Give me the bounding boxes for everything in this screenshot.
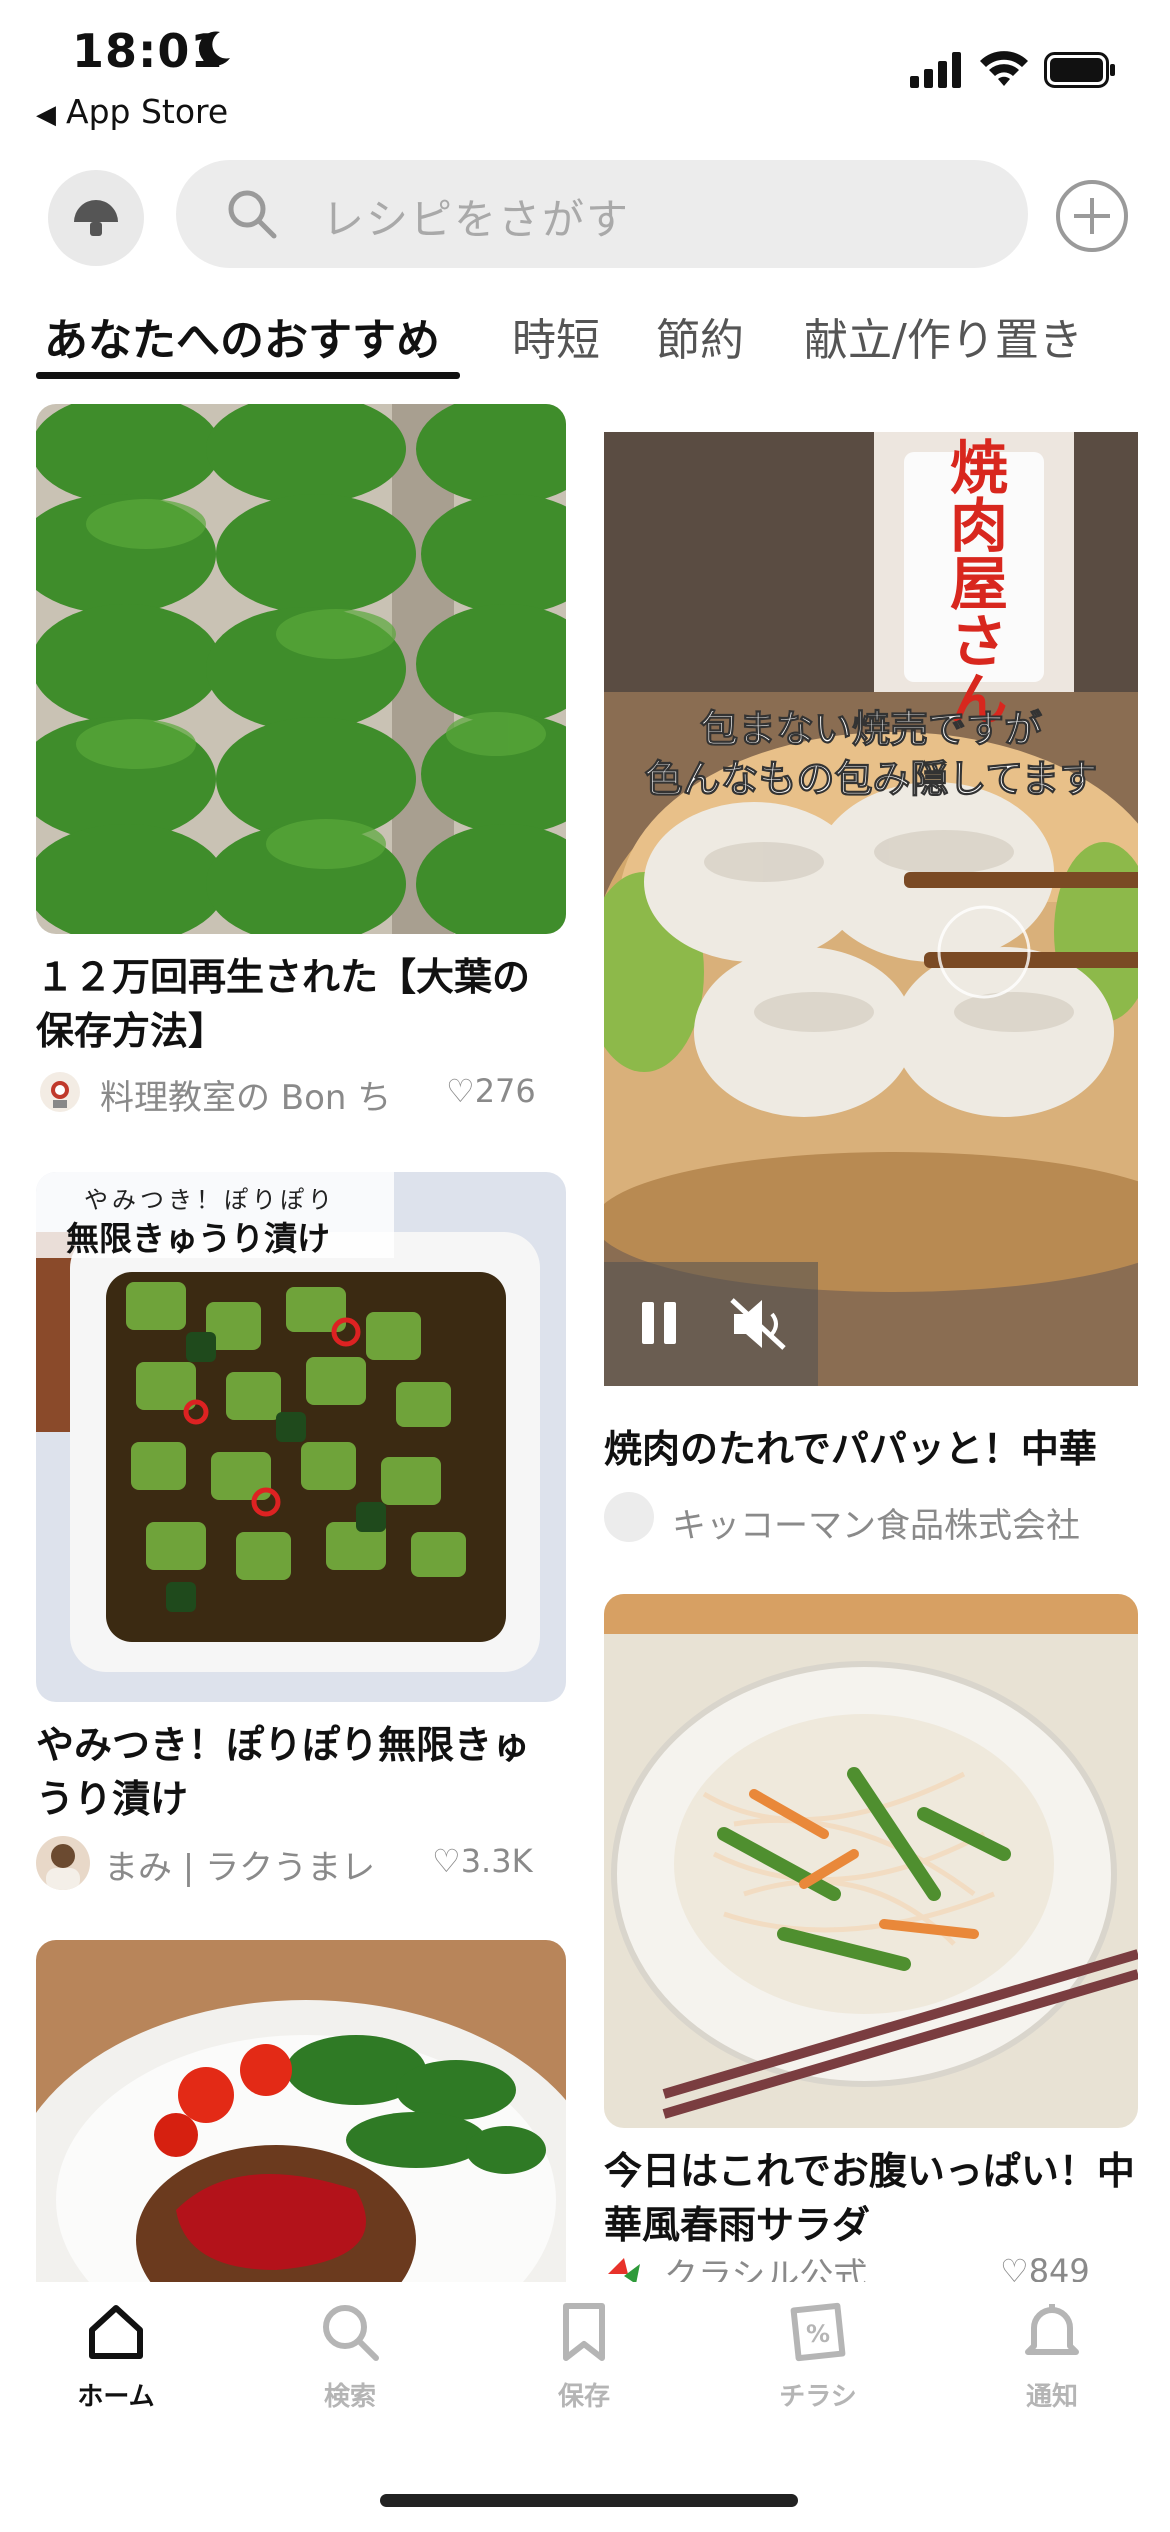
home-indicator xyxy=(380,2494,798,2507)
back-to-app-store-link[interactable]: ◀ App Store xyxy=(36,92,228,131)
speaker-muted-icon xyxy=(730,1298,786,1350)
cellular-signal-icon xyxy=(910,52,964,92)
search-icon xyxy=(323,2305,379,2361)
moon-icon xyxy=(198,30,232,72)
svg-text:%: % xyxy=(806,2320,830,2348)
like-count: ♡3.3K xyxy=(432,1842,533,1880)
recipe-title[interactable]: 今日はこれでお腹いっぱい！中華風春雨サラダ xyxy=(604,2144,1144,2252)
like-count: ♡849 xyxy=(1000,2252,1090,2282)
recipe-thumbnail-hamburg[interactable] xyxy=(36,1940,566,2282)
author-name[interactable]: キッコーマン食品株式会社 xyxy=(672,1498,1080,1547)
author-name[interactable]: クラシル公式 xyxy=(664,2248,867,2282)
nav-home-label: ホーム xyxy=(77,2382,155,2412)
package-text: 焼肉屋さん xyxy=(940,437,1008,727)
nav-search[interactable]: 検索 xyxy=(280,2300,420,2413)
recipe-title[interactable]: やみつき！ぽりぽり無限きゅうり漬け xyxy=(36,1718,556,1826)
heart-icon: ♡ xyxy=(432,1842,461,1880)
video-caption-line-1: 包まない焼売ですが xyxy=(700,707,1042,751)
nav-search-label: 検索 xyxy=(323,2382,376,2412)
pause-icon xyxy=(642,1302,676,1344)
nav-notifications[interactable]: 通知 xyxy=(982,2300,1122,2413)
nav-saved-label: 保存 xyxy=(557,2382,610,2412)
search-icon xyxy=(224,186,280,246)
wifi-icon xyxy=(978,48,1030,92)
search-placeholder: レシピをさがす xyxy=(322,195,631,244)
recipe-thumbnail-harusame[interactable] xyxy=(604,1594,1138,2128)
home-icon xyxy=(89,2305,143,2359)
author-avatar xyxy=(40,1072,80,1112)
author-avatar xyxy=(604,1492,654,1542)
heart-icon: ♡ xyxy=(1000,2252,1029,2282)
plus-circle-icon xyxy=(1056,180,1128,252)
nav-flyer[interactable]: % チラシ xyxy=(748,2300,888,2413)
author-avatar xyxy=(36,1836,90,1890)
recipe-thumbnail-shiso[interactable] xyxy=(36,404,566,934)
nav-home[interactable]: ホーム xyxy=(46,2300,186,2413)
pause-button[interactable] xyxy=(640,1298,680,1352)
tab-budget[interactable]: 節約 xyxy=(656,304,744,368)
flyer-icon: % xyxy=(790,2302,846,2362)
mute-toggle-button[interactable] xyxy=(728,1296,788,1356)
like-count-value: 849 xyxy=(1028,2252,1090,2282)
nav-notifications-label: 通知 xyxy=(1025,2382,1078,2412)
tab-quick[interactable]: 時短 xyxy=(512,304,600,368)
bookmark-icon xyxy=(563,2303,605,2361)
nav-saved[interactable]: 保存 xyxy=(514,2300,654,2413)
recipe-title[interactable]: 焼肉のたれでパパッと！中華 xyxy=(604,1422,1144,1476)
bell-icon xyxy=(1025,2304,1079,2355)
back-triangle-icon: ◀ xyxy=(36,100,56,130)
active-tab-indicator xyxy=(36,372,460,379)
author-avatar xyxy=(604,2254,644,2282)
battery-icon xyxy=(1044,52,1116,92)
overlay-line-2: 無限きゅうり漬け xyxy=(66,1219,330,1258)
video-caption-line-2: 色んなもの包み隠してます xyxy=(645,757,1098,801)
heart-icon: ♡ xyxy=(446,1072,475,1110)
video-controls xyxy=(604,1262,818,1386)
tab-recommended[interactable]: あなたへのおすすめ xyxy=(44,304,440,368)
recipe-title[interactable]: １２万回再生された【大葉の保存方法】 xyxy=(36,950,556,1058)
back-app-label: App Store xyxy=(66,92,229,131)
kitchen-menu-button[interactable] xyxy=(48,170,144,266)
add-recipe-button[interactable] xyxy=(1054,178,1130,258)
author-name[interactable]: まみ | ラクうまレ xyxy=(104,1840,375,1889)
author-name[interactable]: 料理教室の Bon ち xyxy=(100,1070,391,1119)
like-count-value: 276 xyxy=(474,1072,536,1110)
recipe-video-shumai[interactable]: 焼肉屋さん 包まない焼売ですが 色んなもの包み隠してます xyxy=(604,432,1138,1386)
like-count-value: 3.3K xyxy=(460,1842,533,1880)
like-count: ♡276 xyxy=(446,1072,536,1110)
overlay-line-1: やみつき！ぽりぽり xyxy=(84,1186,336,1214)
nav-flyer-label: チラシ xyxy=(779,2382,857,2412)
mushroom-icon xyxy=(74,200,118,236)
tab-meal-prep[interactable]: 献立/作り置き xyxy=(804,304,1083,368)
